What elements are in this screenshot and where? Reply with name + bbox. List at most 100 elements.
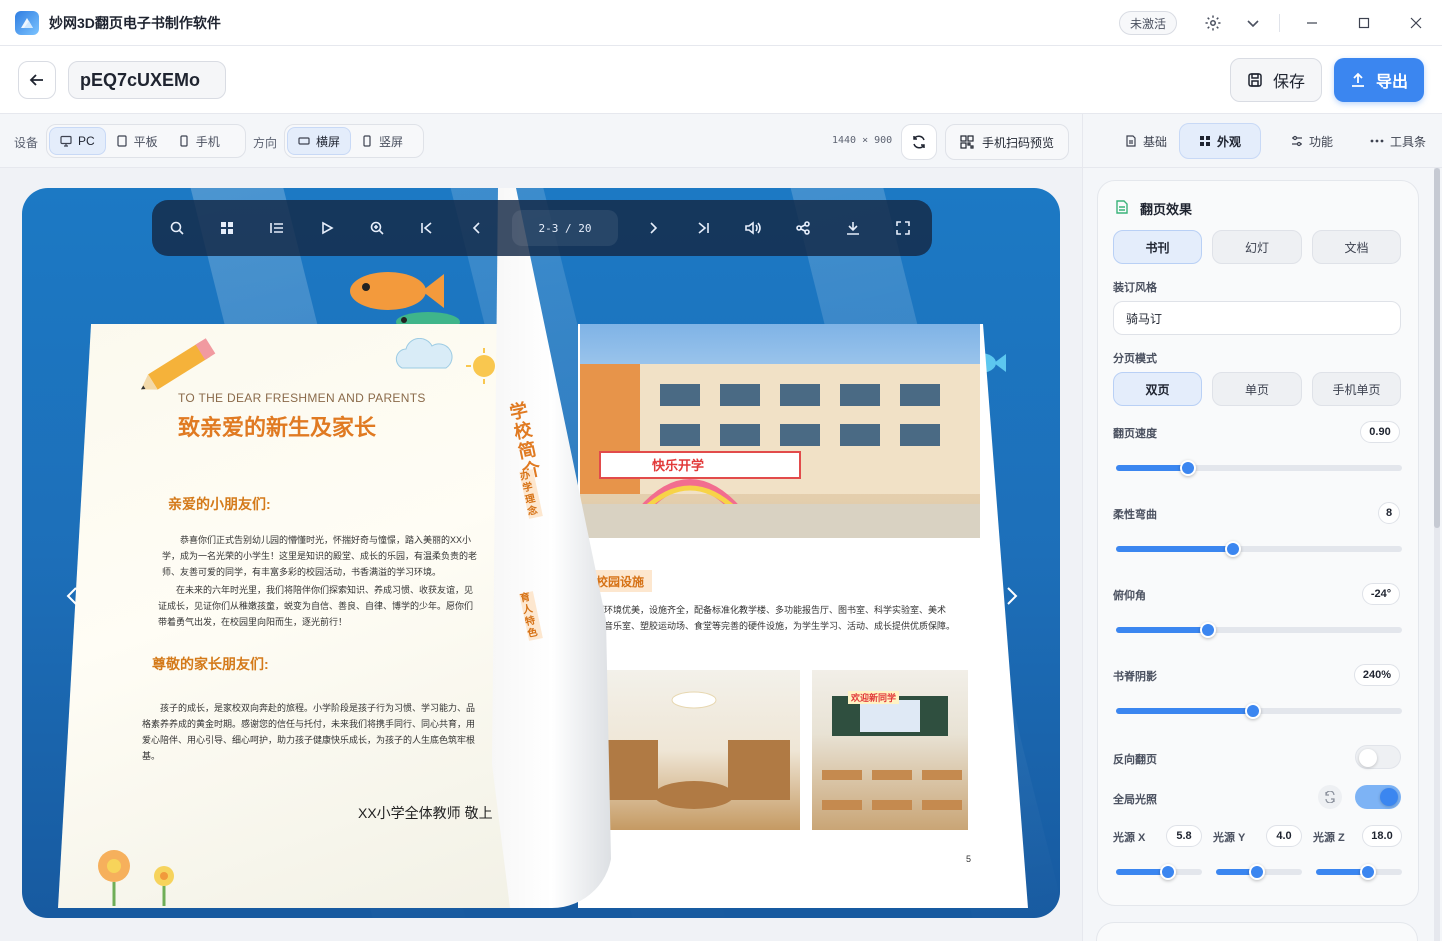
scrollbar-thumb[interactable] xyxy=(1434,168,1440,528)
table-of-contents-icon[interactable] xyxy=(252,200,302,256)
panel-title: 翻页效果 xyxy=(1140,202,1193,217)
reverse-flip-toggle[interactable] xyxy=(1355,745,1401,769)
flip-speed-slider[interactable] xyxy=(1116,460,1402,476)
reset-icon xyxy=(1325,791,1335,803)
tab-basic[interactable]: 基础 xyxy=(1103,123,1189,159)
global-light-label: 全局光照 xyxy=(1113,794,1157,806)
flex-bend-value[interactable]: 8 xyxy=(1378,502,1400,524)
reset-light-button[interactable] xyxy=(1318,785,1342,809)
page-mode-single-option[interactable]: 单页 xyxy=(1212,372,1302,406)
first-page-icon[interactable] xyxy=(402,200,452,256)
page-indicator[interactable]: 2-3 / 20 xyxy=(512,210,618,246)
slider-handle[interactable] xyxy=(1359,864,1376,880)
light-y-slider[interactable] xyxy=(1216,864,1302,880)
pitch-angle-slider[interactable] xyxy=(1116,622,1402,638)
tab-toolbar[interactable]: 工具条 xyxy=(1355,123,1441,159)
light-y-label: 光源 Y xyxy=(1213,832,1246,844)
maximize-button[interactable] xyxy=(1338,0,1390,46)
effect-document-option[interactable]: 文档 xyxy=(1312,230,1401,264)
minimize-button[interactable] xyxy=(1286,0,1338,46)
share-icon[interactable] xyxy=(778,200,828,256)
orientation-portrait-option[interactable]: 竖屏 xyxy=(351,127,413,155)
spine-shadow-slider[interactable] xyxy=(1116,703,1402,719)
orientation-selector: 横屏 竖屏 xyxy=(284,124,424,158)
next-page-arrow-icon[interactable] xyxy=(1002,584,1022,608)
zoom-in-icon[interactable] xyxy=(352,200,402,256)
resolution-readout: 1440 × 900 xyxy=(832,135,893,146)
close-window-button[interactable] xyxy=(1390,0,1442,46)
search-icon[interactable] xyxy=(152,200,202,256)
effect-slide-option[interactable]: 幻灯 xyxy=(1212,230,1302,264)
settings-tabs: 基础 外观 功能 工具条 xyxy=(1082,114,1442,168)
editor-header: pEQ7cUXEMo 保存 导出 xyxy=(0,46,1442,114)
light-x-slider[interactable] xyxy=(1116,864,1202,880)
phone-icon xyxy=(180,135,188,147)
page-mode-double-option[interactable]: 双页 xyxy=(1113,372,1202,406)
device-tablet-label: 平板 xyxy=(133,134,158,149)
flip-speed-value[interactable]: 0.90 xyxy=(1360,421,1400,443)
preview-canvas-area: TO THE DEAR FRESHMEN AND PARENTS 致亲爱的新生及… xyxy=(0,168,1082,941)
settings-gear-icon[interactable] xyxy=(1193,3,1233,43)
autoplay-icon[interactable] xyxy=(302,200,352,256)
flip-speed-label: 翻页速度 xyxy=(1113,428,1157,440)
export-button[interactable]: 导出 xyxy=(1334,58,1424,102)
thumbnails-grid-icon[interactable] xyxy=(202,200,252,256)
global-light-toggle[interactable] xyxy=(1355,785,1401,809)
slider-handle[interactable] xyxy=(1199,622,1216,638)
tab-appearance-label: 外观 xyxy=(1216,134,1241,149)
slider-handle[interactable] xyxy=(1179,460,1196,476)
flex-bend-slider[interactable] xyxy=(1116,541,1402,557)
spine-shadow-value[interactable]: 240% xyxy=(1354,664,1400,686)
sound-icon[interactable] xyxy=(728,200,778,256)
previous-page-icon[interactable] xyxy=(452,200,502,256)
school-building-photo xyxy=(580,324,980,538)
light-z-label: 光源 Z xyxy=(1313,832,1345,844)
panel-scrollbar[interactable] xyxy=(1434,168,1440,941)
refresh-preview-button[interactable] xyxy=(901,124,937,160)
qr-preview-button[interactable]: 手机扫码预览 xyxy=(945,124,1069,160)
app-logo-icon xyxy=(15,10,39,35)
save-button[interactable]: 保存 xyxy=(1230,58,1322,102)
slider-handle[interactable] xyxy=(1159,864,1176,880)
light-x-value[interactable]: 5.8 xyxy=(1166,825,1202,847)
device-tablet-option[interactable]: 平板 xyxy=(106,127,168,155)
tab-function[interactable]: 功能 xyxy=(1269,123,1355,159)
tab-toolbar-label: 工具条 xyxy=(1389,134,1426,149)
document-name-field[interactable]: pEQ7cUXEMo xyxy=(68,61,226,99)
menu-chevron-down-icon[interactable] xyxy=(1233,3,1273,43)
next-page-icon[interactable] xyxy=(628,200,678,256)
export-label: 导出 xyxy=(1375,74,1408,91)
title-bar: 妙网3D翻页电子书制作软件 未激活 xyxy=(0,0,1442,46)
tab-basic-label: 基础 xyxy=(1142,134,1167,149)
pitch-angle-value[interactable]: -24° xyxy=(1362,583,1400,605)
device-pc-option[interactable]: PC xyxy=(49,127,106,155)
page-mode-mobile-single-option[interactable]: 手机单页 xyxy=(1312,372,1401,406)
binding-style-select[interactable]: 骑马订 xyxy=(1113,301,1401,335)
light-z-slider[interactable] xyxy=(1316,864,1402,880)
next-settings-card xyxy=(1096,922,1418,941)
previous-page-arrow-icon[interactable] xyxy=(62,584,82,608)
light-y-value[interactable]: 4.0 xyxy=(1266,825,1302,847)
orientation-landscape-option[interactable]: 横屏 xyxy=(287,127,352,155)
device-phone-option[interactable]: 手机 xyxy=(168,127,230,155)
binding-style-label: 装订风格 xyxy=(1113,282,1157,294)
device-phone-label: 手机 xyxy=(195,134,220,149)
orientation-landscape-label: 横屏 xyxy=(316,134,341,149)
activation-badge[interactable]: 未激活 xyxy=(1118,11,1177,35)
effect-magazine-option[interactable]: 书刊 xyxy=(1113,230,1202,264)
back-button[interactable] xyxy=(18,61,56,99)
upload-icon xyxy=(1351,72,1364,87)
left-page-paragraph-2: 在未来的六年时光里，我们将陪伴你们探索知识、养成习惯、收获友谊，见证成长，见证你… xyxy=(158,585,474,627)
tab-appearance[interactable]: 外观 xyxy=(1179,123,1261,159)
light-z-value[interactable]: 18.0 xyxy=(1362,825,1402,847)
left-page-paragraph-1: 恭喜你们正式告别幼儿园的懵懂时光，怀揣好奇与憧憬，踏入美丽的XX小学，成为一名光… xyxy=(162,535,478,577)
fullscreen-icon[interactable] xyxy=(878,200,928,256)
save-label: 保存 xyxy=(1272,74,1305,91)
last-page-icon[interactable] xyxy=(678,200,728,256)
download-icon[interactable] xyxy=(828,200,878,256)
book-stage: TO THE DEAR FRESHMEN AND PARENTS 致亲爱的新生及… xyxy=(22,188,1060,918)
titlebar-divider xyxy=(1279,14,1280,32)
reader-toolbar: 2-3 / 20 xyxy=(152,200,932,256)
effect-doc-icon xyxy=(1116,200,1128,214)
page-mode-label: 分页模式 xyxy=(1113,353,1157,365)
